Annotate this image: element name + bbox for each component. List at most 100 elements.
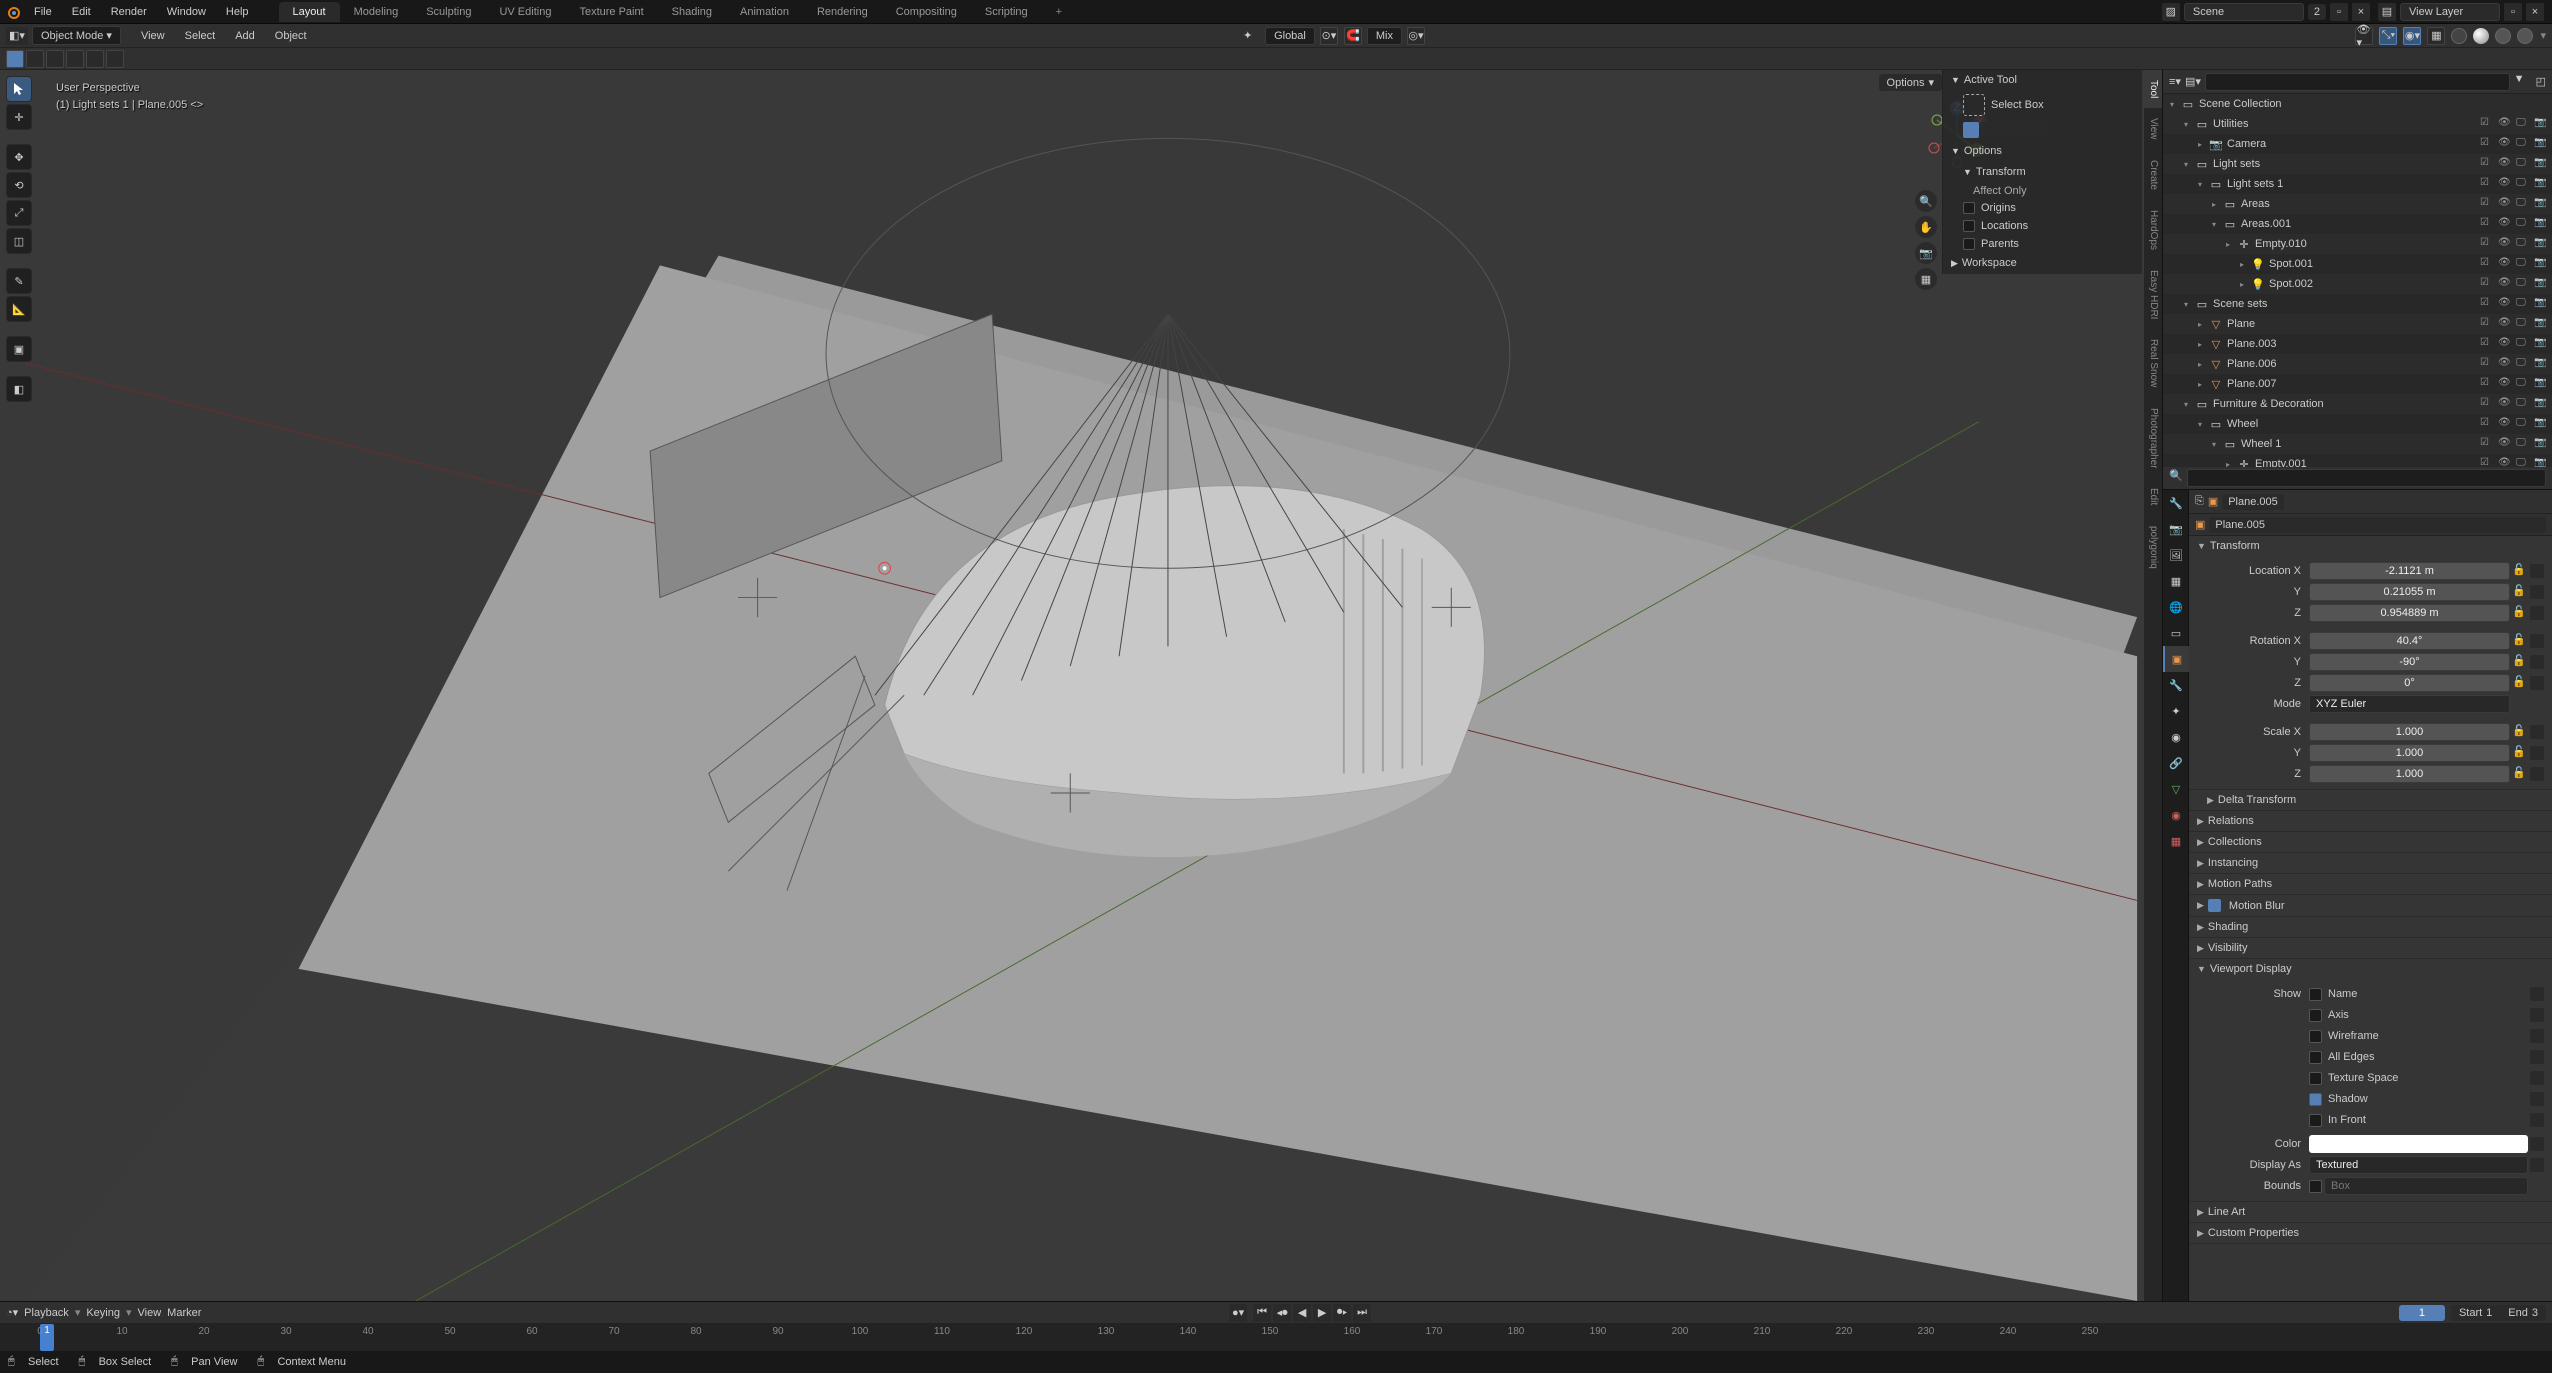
cursor-tool[interactable]: ✛ [6,104,32,130]
viewport-toggle[interactable]: 🖵 [2516,197,2530,211]
rot-x-input[interactable]: 40.4° [2309,632,2510,650]
outliner-row-spot-001[interactable]: ▸💡Spot.001☑👁🖵📷 [2163,254,2552,274]
exclude-toggle[interactable]: ☑ [2480,197,2494,211]
keying-menu[interactable]: Keying [86,1307,120,1319]
editor-type-dropdown[interactable]: ◧▾ [6,27,28,45]
workspace-texture-paint[interactable]: Texture Paint [565,2,657,22]
tab-texture[interactable]: ▦ [2163,828,2189,854]
menu-window[interactable]: Window [157,2,216,22]
outliner-filter-input[interactable] [2187,469,2546,487]
viewport-toggle[interactable]: 🖵 [2516,397,2530,411]
select-mode-5[interactable] [86,50,104,68]
render-toggle[interactable]: 📷 [2534,297,2548,311]
outliner-row-areas[interactable]: ▸▭Areas☑👁🖵📷 [2163,194,2552,214]
workspace-modeling[interactable]: Modeling [340,2,413,22]
shading-solid[interactable] [2473,28,2489,44]
outliner-row-wheel-1[interactable]: ▾▭Wheel 1☑👁🖵📷 [2163,434,2552,454]
extra-tool[interactable]: ◧ [6,376,32,402]
camera-view-icon[interactable]: 📷 [1915,242,1937,264]
new-collection-button[interactable]: ◰ [2536,75,2546,88]
render-toggle[interactable]: 📷 [2534,177,2548,191]
play-button[interactable]: ▶ [1313,1304,1331,1322]
workspace-scripting[interactable]: Scripting [971,2,1042,22]
name-checkbox[interactable] [2309,988,2322,1001]
perspective-toggle-icon[interactable]: ▦ [1915,268,1937,290]
motion-blur-header[interactable]: ▶Motion Blur [2189,895,2552,916]
menu-render[interactable]: Render [101,2,157,22]
scale-x-input[interactable]: 1.000 [2309,723,2510,741]
render-toggle[interactable]: 📷 [2534,137,2548,151]
exclude-toggle[interactable]: ☑ [2480,297,2494,311]
npanel-tab-polygoniq[interactable]: polygoniq [2144,516,2162,579]
add-workspace-button[interactable]: + [1042,2,1076,22]
visibility-header[interactable]: ▶Visibility [2189,938,2552,958]
scale-tool[interactable]: ⤢ [6,200,32,226]
tab-world[interactable]: 🌐 [2163,594,2189,620]
hide-toggle[interactable]: 👁 [2498,297,2512,311]
tab-render[interactable]: 🔧 [2163,490,2189,516]
rot-mode-select[interactable]: XYZ Euler [2309,695,2510,713]
render-toggle[interactable]: 📷 [2534,117,2548,131]
header-menu-view[interactable]: View [133,28,173,44]
shading-wireframe[interactable] [2451,28,2467,44]
exclude-toggle[interactable]: ☑ [2480,417,2494,431]
menu-help[interactable]: Help [216,2,259,22]
affect-only-parents[interactable]: Parents [1943,235,2142,253]
affect-only-origins[interactable]: Origins [1943,199,2142,217]
scale-z-input[interactable]: 1.000 [2309,765,2510,783]
viewport-toggle[interactable]: 🖵 [2516,277,2530,291]
viewport-toggle[interactable]: 🖵 [2516,437,2530,451]
shading-header[interactable]: ▶Shading [2189,917,2552,937]
outliner-row-furniture-&-decoration[interactable]: ▾▭Furniture & Decoration☑👁🖵📷 [2163,394,2552,414]
mode-dropdown[interactable]: Object Mode ▾ [32,26,121,45]
exclude-toggle[interactable]: ☑ [2480,317,2494,331]
exclude-toggle[interactable]: ☑ [2480,177,2494,191]
transform-subheader[interactable]: ▼Transform [1943,162,2142,183]
render-toggle[interactable]: 📷 [2534,237,2548,251]
loc-x-input[interactable]: -2.1121 m [2309,562,2510,580]
wireframe-checkbox[interactable] [2309,1030,2322,1043]
select-mode-6[interactable] [106,50,124,68]
hide-toggle[interactable]: 👁 [2498,277,2512,291]
workspace-animation[interactable]: Animation [726,2,803,22]
transform-panel-header[interactable]: ▼Transform [2189,536,2552,556]
workspace-layout[interactable]: Layout [279,2,340,22]
viewport-toggle[interactable]: 🖵 [2516,377,2530,391]
npanel-tab-edit[interactable]: Edit [2144,478,2162,515]
tab-physics[interactable]: ◉ [2163,724,2189,750]
loc-z-input[interactable]: 0.954889 m [2309,604,2510,622]
hide-toggle[interactable]: 👁 [2498,157,2512,171]
exclude-toggle[interactable]: ☑ [2480,357,2494,371]
outliner-row-light-sets-1[interactable]: ▾▭Light sets 1☑👁🖵📷 [2163,174,2552,194]
tab-scene[interactable]: ▦ [2163,568,2189,594]
tab-object[interactable]: ▣ [2163,646,2189,672]
hide-toggle[interactable]: 👁 [2498,317,2512,331]
new-scene-button[interactable]: ▫ [2330,3,2348,21]
viewlayer-icon[interactable]: ▤ [2378,3,2396,21]
pan-icon[interactable]: ✋ [1915,216,1937,238]
blender-logo-icon[interactable] [0,0,24,24]
scene-users-count[interactable]: 2 [2308,4,2326,20]
jump-end-button[interactable]: ⏭ [1353,1304,1371,1322]
hide-toggle[interactable]: 👁 [2498,337,2512,351]
npanel-tab-tool[interactable]: Tool [2144,70,2162,108]
measure-tool[interactable]: 📐 [6,296,32,322]
color-picker[interactable] [2309,1135,2528,1153]
in-front-checkbox[interactable] [2309,1114,2322,1127]
render-toggle[interactable]: 📷 [2534,417,2548,431]
filter-icon[interactable]: ▼ [2514,73,2532,91]
outliner-row-scene-sets[interactable]: ▾▭Scene sets☑👁🖵📷 [2163,294,2552,314]
hide-toggle[interactable]: 👁 [2498,457,2512,467]
jump-start-button[interactable]: ⏮ [1253,1304,1271,1322]
scene-icon[interactable]: ▨ [2162,3,2180,21]
outliner-row-light-sets[interactable]: ▾▭Light sets☑👁🖵📷 [2163,154,2552,174]
motion-paths-header[interactable]: ▶Motion Paths [2189,874,2552,894]
exclude-toggle[interactable]: ☑ [2480,377,2494,391]
displayas-select[interactable]: Textured [2309,1156,2528,1174]
gizmo-toggle[interactable]: ⤡▾ [2379,27,2397,45]
playback-menu[interactable]: Playback [24,1307,69,1319]
outliner-row-areas-001[interactable]: ▾▭Areas.001☑👁🖵📷 [2163,214,2552,234]
exclude-toggle[interactable]: ☑ [2480,437,2494,451]
outliner-row-utilities[interactable]: ▾▭Utilities☑👁🖵📷 [2163,114,2552,134]
pivot-dropdown[interactable]: ⊙▾ [1320,27,1338,45]
